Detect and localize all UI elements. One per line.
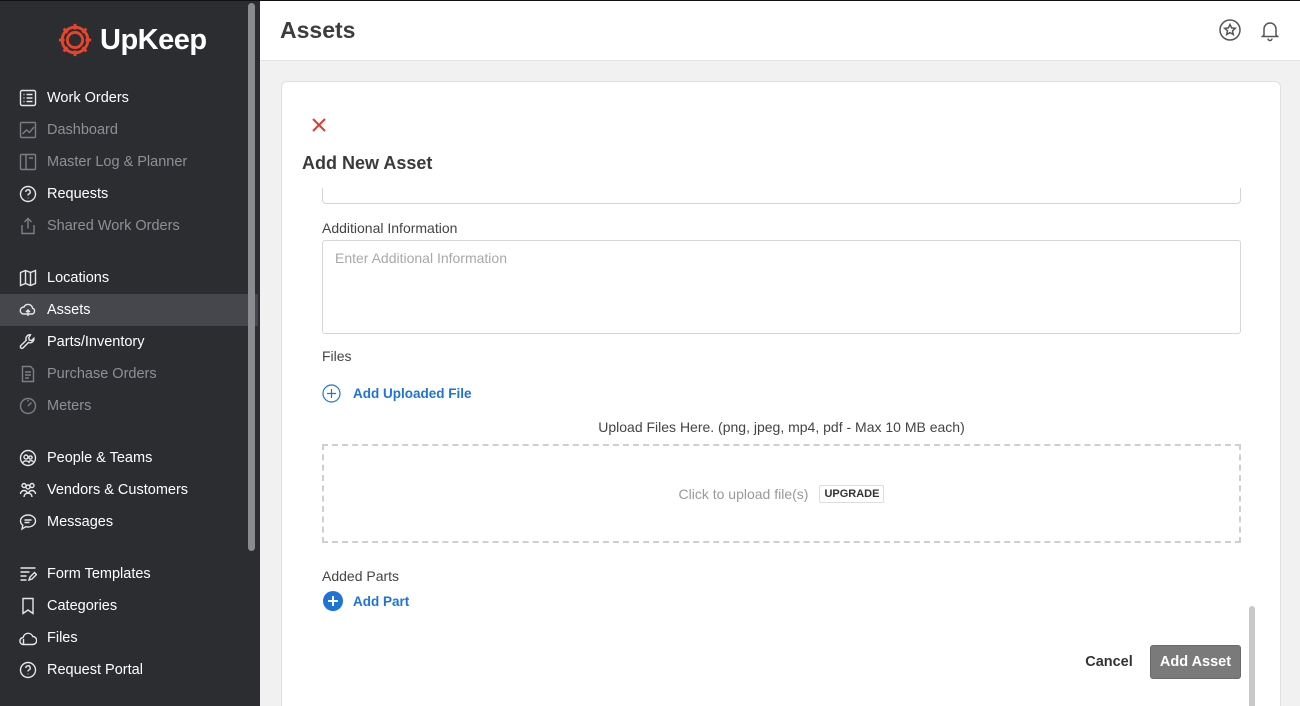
dropzone-text: Click to upload file(s) [678, 485, 809, 502]
star-icon[interactable] [1218, 18, 1242, 42]
sidebar-item-label: Categories [47, 598, 118, 614]
sidebar-item-label: Files [47, 630, 78, 646]
question-icon [19, 661, 37, 679]
add-asset-modal: Add New Asset Additional Information Fil… [281, 81, 1281, 706]
sidebar-item-meters[interactable]: Meters [0, 390, 258, 422]
sidebar: UpKeep Work Orders Dashboard Master Log … [0, 0, 260, 706]
share-icon [21, 217, 35, 235]
sidebar-item-dashboard[interactable]: Dashboard [0, 114, 258, 146]
sidebar-scrollbar[interactable] [248, 3, 255, 551]
close-icon[interactable] [311, 117, 327, 133]
map-icon [19, 269, 37, 287]
sidebar-item-label: Dashboard [47, 122, 118, 138]
chat-icon [19, 514, 37, 531]
sidebar-item-label: Request Portal [47, 662, 143, 678]
add-circle-outline-icon [322, 384, 341, 403]
additional-info-label: Additional Information [322, 220, 458, 236]
sidebar-item-label: Locations [47, 270, 110, 286]
add-part-label: Add Part [353, 593, 410, 609]
file-dropzone[interactable]: Click to upload file(s) UPGRADE [322, 444, 1241, 543]
sidebar-item-messages[interactable]: Messages [0, 506, 258, 538]
sidebar-item-vendors-customers[interactable]: Vendors & Customers [0, 474, 258, 506]
sidebar-item-assets[interactable]: Assets [0, 294, 258, 326]
meter-icon [19, 397, 37, 415]
files-label: Files [322, 348, 352, 364]
add-asset-button[interactable]: Add Asset [1150, 645, 1241, 679]
document-icon [21, 365, 35, 383]
top-header: Assets [260, 0, 1300, 61]
gear-logo-icon [58, 23, 92, 57]
sidebar-item-label: Vendors & Customers [47, 482, 189, 498]
add-uploaded-file-label: Add Uploaded File [353, 386, 472, 401]
sidebar-item-form-templates[interactable]: Form Templates [0, 558, 258, 590]
sidebar-item-label: Messages [47, 514, 114, 530]
sidebar-item-shared-work-orders[interactable]: Shared Work Orders [0, 210, 258, 242]
cancel-button[interactable]: Cancel [1074, 645, 1144, 679]
upkeep-logo[interactable]: UpKeep [56, 21, 207, 59]
sidebar-item-label: Shared Work Orders [47, 218, 180, 234]
asset-icon [19, 303, 36, 316]
people-icon [19, 449, 37, 467]
sidebar-item-request-portal[interactable]: Request Portal [0, 654, 258, 686]
question-icon [19, 185, 37, 203]
list-icon [19, 89, 37, 107]
sidebar-item-label: Work Orders [47, 90, 129, 106]
vendors-icon [19, 482, 37, 498]
modal-title: Add New Asset [302, 153, 433, 173]
previous-field-input[interactable] [322, 188, 1241, 204]
bookmark-icon [22, 597, 34, 615]
sidebar-item-categories[interactable]: Categories [0, 590, 258, 622]
additional-info-textarea[interactable] [322, 240, 1241, 334]
sidebar-item-label: Requests [47, 186, 109, 202]
sidebar-item-label: Parts/Inventory [47, 334, 145, 350]
chart-icon [19, 121, 37, 139]
sidebar-item-label: Meters [47, 398, 92, 414]
sidebar-item-locations[interactable]: Locations [0, 262, 258, 294]
sidebar-item-label: Purchase Orders [47, 366, 157, 382]
sidebar-item-people-teams[interactable]: People & Teams [0, 442, 258, 474]
add-part-button[interactable]: Add Part [322, 590, 409, 612]
sidebar-item-requests[interactable]: Requests [0, 178, 258, 210]
sidebar-item-master-log[interactable]: Master Log & Planner [0, 146, 258, 178]
planner-icon [19, 153, 37, 171]
sidebar-item-label: Assets [47, 302, 91, 318]
cloud-icon [19, 632, 37, 646]
add-uploaded-file-button[interactable]: Add Uploaded File [322, 384, 472, 403]
sidebar-item-parts-inventory[interactable]: Parts/Inventory [0, 326, 258, 358]
upload-hint: Upload Files Here. (png, jpeg, mp4, pdf … [598, 419, 965, 435]
form-icon [20, 567, 37, 582]
brand-name: UpKeep [100, 23, 207, 56]
sidebar-item-label: People & Teams [47, 450, 153, 466]
bell-icon[interactable] [1258, 18, 1282, 42]
sidebar-item-files[interactable]: Files [0, 622, 258, 654]
wrench-icon [19, 334, 35, 350]
sidebar-item-purchase-orders[interactable]: Purchase Orders [0, 358, 258, 390]
add-circle-icon [323, 591, 343, 611]
sidebar-item-work-orders[interactable]: Work Orders [0, 82, 258, 114]
sidebar-item-label: Form Templates [47, 566, 151, 582]
page-title: Assets [280, 17, 356, 43]
sidebar-item-label: Master Log & Planner [47, 154, 188, 170]
modal-scrollbar[interactable] [1249, 606, 1255, 706]
upgrade-badge[interactable]: UPGRADE [819, 484, 885, 503]
added-parts-label: Added Parts [322, 568, 400, 584]
